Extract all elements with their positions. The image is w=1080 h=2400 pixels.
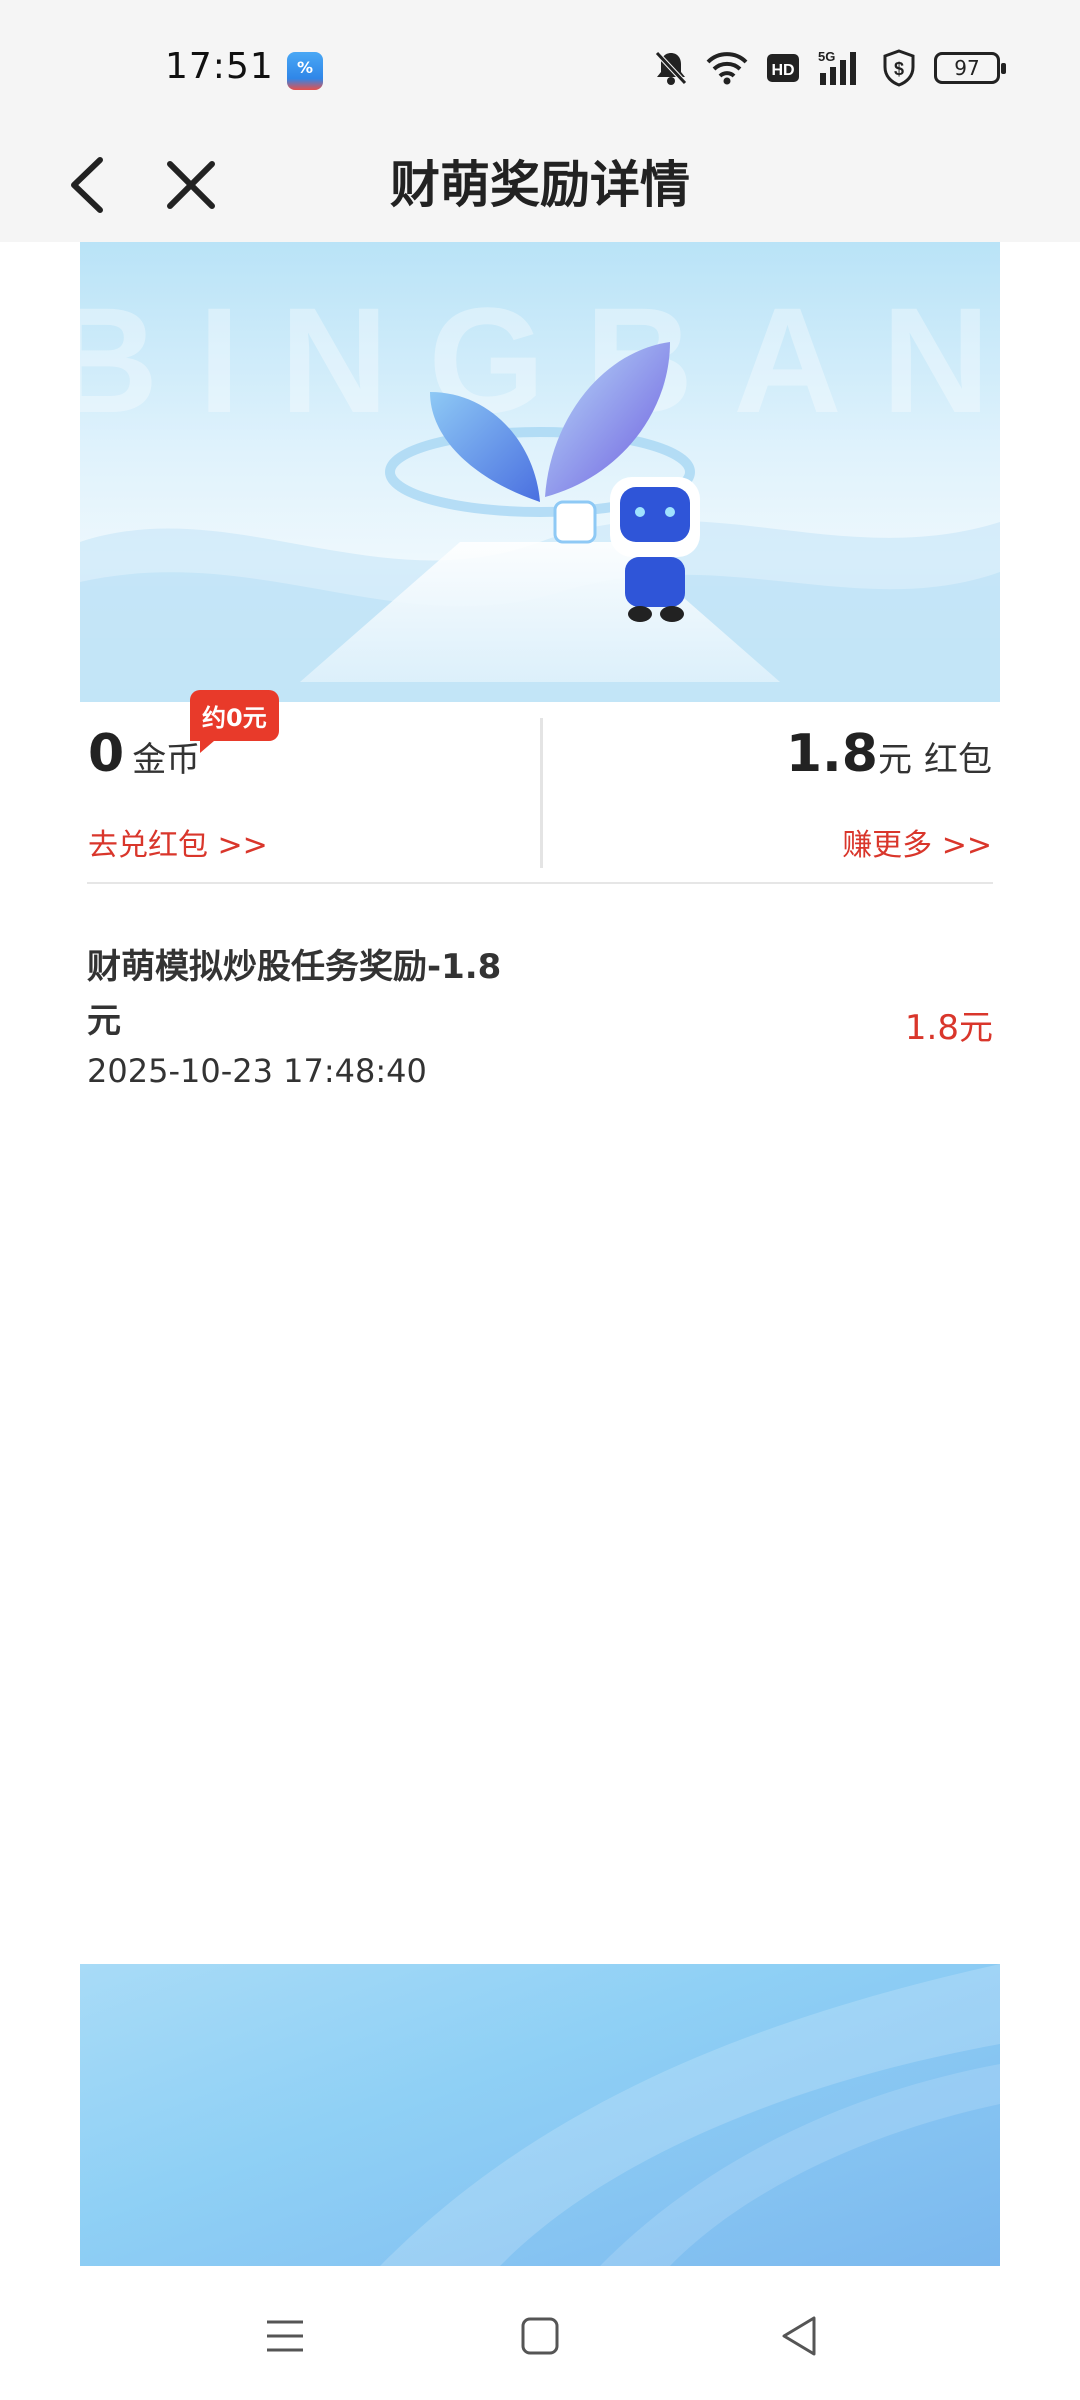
earn-more-link[interactable]: 赚更多 >> (842, 820, 992, 864)
coin-summary: 0 金币 约0元 (88, 690, 279, 784)
redpacket-unit: 元 (878, 740, 912, 780)
wifi-icon (706, 52, 748, 85)
5g-signal-icon: 5G (818, 49, 856, 85)
redeem-redpacket-link[interactable]: 去兑红包 >> (88, 820, 268, 864)
record-time: 2025-10-23 17:48:40 (87, 1052, 427, 1090)
hero-banner: BINGBAN (80, 242, 1000, 702)
list-item: 财萌模拟炒股任务奖励-1.8元 2025-10-23 17:48:40 1.8元 (87, 940, 993, 1100)
coin-unit: 金币 (132, 740, 201, 780)
banner-watermark: BINGBAN (80, 276, 1000, 444)
svg-text:5G: 5G (818, 49, 835, 64)
home-square-icon[interactable] (510, 2306, 570, 2366)
status-time: 17:51 (165, 46, 274, 87)
coin-value: 0 (88, 724, 125, 784)
battery-icon: 97 (934, 52, 1006, 84)
svg-text:$: $ (894, 59, 904, 79)
bottom-banner[interactable] (80, 1964, 1000, 2266)
mute-bell-icon (655, 51, 687, 85)
coin-estimate-badge: 约0元 (190, 690, 279, 753)
redpacket-value: 1.8 (785, 724, 878, 784)
back-triangle-icon[interactable] (770, 2306, 830, 2366)
menu-icon[interactable] (255, 2306, 315, 2366)
stats-divider (540, 718, 543, 868)
record-title: 财萌模拟炒股任务奖励-1.8元 (87, 947, 502, 1041)
redpacket-summary: 1.8元 红包 (786, 724, 992, 784)
status-bar: 17:51 % HD 5G $ 97 (0, 0, 1080, 132)
app-icon: % (287, 52, 323, 90)
record-amount: 1.8元 (904, 1008, 993, 1048)
bottom-banner-decoration (380, 1964, 1000, 2266)
shield-dollar-icon: $ (883, 49, 915, 87)
status-icons: HD 5G $ 97 (654, 46, 1006, 90)
nav-bar: 财萌奖励详情 (0, 132, 1080, 242)
page-title: 财萌奖励详情 (390, 156, 690, 214)
reward-summary: 0 金币 约0元 去兑红包 >> 1.8元 红包 赚更多 >> (80, 690, 1000, 884)
hd-icon: HD (767, 54, 799, 82)
svg-text:HD: HD (771, 62, 794, 79)
redpacket-label: 红包 (924, 740, 992, 780)
hero-illustration: BINGBAN (80, 276, 1000, 702)
system-nav-bar (0, 2266, 1080, 2400)
divider (87, 882, 993, 884)
